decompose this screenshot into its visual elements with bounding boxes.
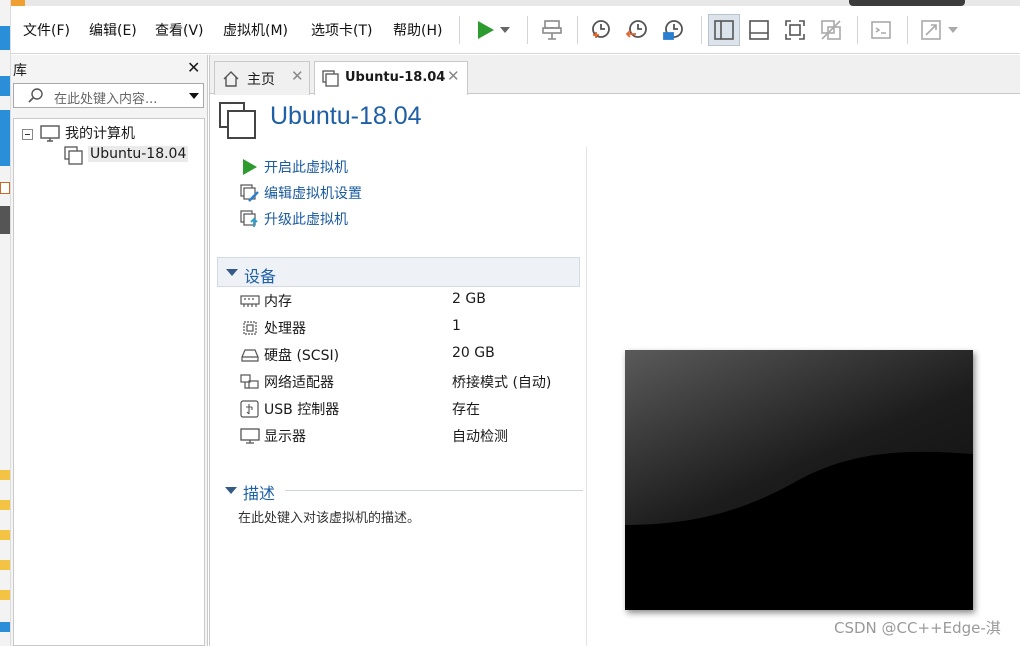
network-adapter-icon xyxy=(240,374,259,389)
toolbar-separator xyxy=(577,16,578,44)
section-divider xyxy=(285,490,583,491)
tab-home-label: 主页 xyxy=(247,72,275,88)
collapse-triangle-icon xyxy=(226,269,238,276)
menu-file[interactable]: 文件(F) xyxy=(23,20,70,40)
toolbar-separator xyxy=(527,16,528,44)
chevron-down-icon[interactable] xyxy=(188,92,200,100)
edit-settings-icon xyxy=(240,184,259,202)
cpu-icon xyxy=(243,321,257,335)
display-icon xyxy=(240,428,260,444)
devices-section-header[interactable]: 设备 xyxy=(217,257,580,287)
menu-toolbar: 文件(F) 编辑(E) 查看(V) 虚拟机(M) 选项卡(T) 帮助(H) xyxy=(11,6,1020,54)
menu-view[interactable]: 查看(V) xyxy=(155,20,204,40)
computer-icon xyxy=(40,125,60,142)
upgrade-label: 升级此虚拟机 xyxy=(264,212,348,228)
tab-ubuntu-label: Ubuntu-18.04 xyxy=(345,70,446,85)
send-ctrl-alt-del-icon[interactable] xyxy=(536,14,568,46)
edit-settings-label: 编辑虚拟机设置 xyxy=(264,186,362,202)
toolbar-separator xyxy=(701,16,702,44)
snapshot-revert-icon[interactable] xyxy=(621,14,653,46)
upgrade-icon xyxy=(240,210,258,227)
usb-icon xyxy=(240,400,259,418)
device-value: 1 xyxy=(452,318,461,334)
device-value: 自动检测 xyxy=(452,429,508,445)
library-search-input[interactable]: 在此处键入内容... xyxy=(13,83,204,108)
description-header-label: 描述 xyxy=(243,484,276,503)
show-library-icon[interactable] xyxy=(708,14,740,46)
menu-tabs[interactable]: 选项卡(T) xyxy=(311,20,372,40)
library-tree: 我的计算机 Ubuntu-18.04 xyxy=(13,118,205,646)
home-icon xyxy=(223,71,239,87)
close-icon[interactable]: ✕ xyxy=(187,58,200,77)
vm-screen-preview[interactable] xyxy=(625,350,973,610)
pane-divider xyxy=(586,147,587,646)
device-name: 硬盘 (SCSI) xyxy=(264,348,340,364)
search-placeholder: 在此处键入内容... xyxy=(54,92,158,107)
device-row-usb[interactable]: USB 控制器 存在 xyxy=(240,399,580,421)
menu-vm[interactable]: 虚拟机(M) xyxy=(223,20,288,40)
vm-title: Ubuntu-18.04 xyxy=(270,102,422,130)
device-row-processor[interactable]: 处理器 1 xyxy=(240,318,580,340)
tab-close-icon[interactable]: ✕ xyxy=(447,67,460,85)
thumbnail-bar-icon[interactable] xyxy=(743,14,775,46)
toolbar-separator xyxy=(857,16,858,44)
device-value: 存在 xyxy=(452,402,480,418)
library-title: 库 xyxy=(13,63,27,79)
vm-large-icon xyxy=(219,102,256,139)
collapse-triangle-icon xyxy=(225,487,237,494)
menu-edit[interactable]: 编辑(E) xyxy=(89,20,137,40)
tree-root-my-computer[interactable]: 我的计算机 xyxy=(65,123,135,143)
device-row-display[interactable]: 显示器 自动检测 xyxy=(240,426,580,448)
device-row-memory[interactable]: 内存 2 GB xyxy=(240,291,580,313)
device-name: 内存 xyxy=(264,294,292,310)
tree-item-ubuntu[interactable]: Ubuntu-18.04 xyxy=(88,146,189,162)
watermark-text: CSDN @CC++Edge-淇 xyxy=(834,619,1001,637)
device-name: USB 控制器 xyxy=(264,402,340,418)
dropdown-arrow-icon[interactable] xyxy=(495,14,515,46)
device-row-network[interactable]: 网络适配器 桥接模式 (自动) xyxy=(240,372,580,394)
vm-icon xyxy=(64,146,83,165)
tab-ubuntu[interactable]: Ubuntu-18.04 ✕ xyxy=(314,61,468,95)
collapse-toggle-icon[interactable] xyxy=(22,129,33,140)
power-on-vm-link[interactable]: 开启此虚拟机 xyxy=(240,157,380,177)
console-icon[interactable] xyxy=(865,14,897,46)
devices-header-label: 设备 xyxy=(244,267,277,286)
vm-icon xyxy=(322,70,339,87)
tab-home[interactable]: 主页 ✕ xyxy=(214,61,310,95)
device-row-hard-disk[interactable]: 硬盘 (SCSI) 20 GB xyxy=(240,345,580,367)
fullscreen-icon[interactable] xyxy=(779,14,811,46)
menu-help[interactable]: 帮助(H) xyxy=(393,20,442,40)
description-section-header[interactable]: 描述 xyxy=(217,480,583,506)
toolbar-separator xyxy=(459,16,460,44)
main-content: 主页 ✕ Ubuntu-18.04 ✕ Ubuntu-18.04 开启此虚拟机 … xyxy=(209,55,1020,646)
play-icon xyxy=(243,159,257,175)
power-on-label: 开启此虚拟机 xyxy=(264,160,348,176)
description-placeholder[interactable]: 在此处键入对该虚拟机的描述。 xyxy=(238,507,420,526)
toolbar-separator xyxy=(907,16,908,44)
device-name: 网络适配器 xyxy=(264,375,334,391)
device-name: 显示器 xyxy=(264,429,306,445)
upgrade-vm-link[interactable]: 升级此虚拟机 xyxy=(240,209,380,229)
device-value: 桥接模式 (自动) xyxy=(452,375,552,391)
unity-icon[interactable] xyxy=(815,14,847,46)
tab-close-icon[interactable]: ✕ xyxy=(291,67,304,85)
tab-strip: 主页 ✕ Ubuntu-18.04 ✕ xyxy=(210,55,1020,95)
device-value: 20 GB xyxy=(452,345,495,361)
snapshot-manager-icon[interactable] xyxy=(657,14,689,46)
hard-disk-icon xyxy=(241,349,259,362)
device-value: 2 GB xyxy=(452,291,486,307)
edit-vm-settings-link[interactable]: 编辑虚拟机设置 xyxy=(240,183,390,203)
stretch-dropdown-icon[interactable] xyxy=(943,14,963,46)
memory-icon xyxy=(240,295,260,307)
library-panel: 库 ✕ 在此处键入内容... 我的计算机 Ubuntu-18.04 xyxy=(11,55,208,646)
snapshot-take-icon[interactable] xyxy=(585,14,617,46)
device-name: 处理器 xyxy=(264,321,306,337)
search-icon xyxy=(28,88,43,103)
background-window-strip xyxy=(0,0,11,646)
